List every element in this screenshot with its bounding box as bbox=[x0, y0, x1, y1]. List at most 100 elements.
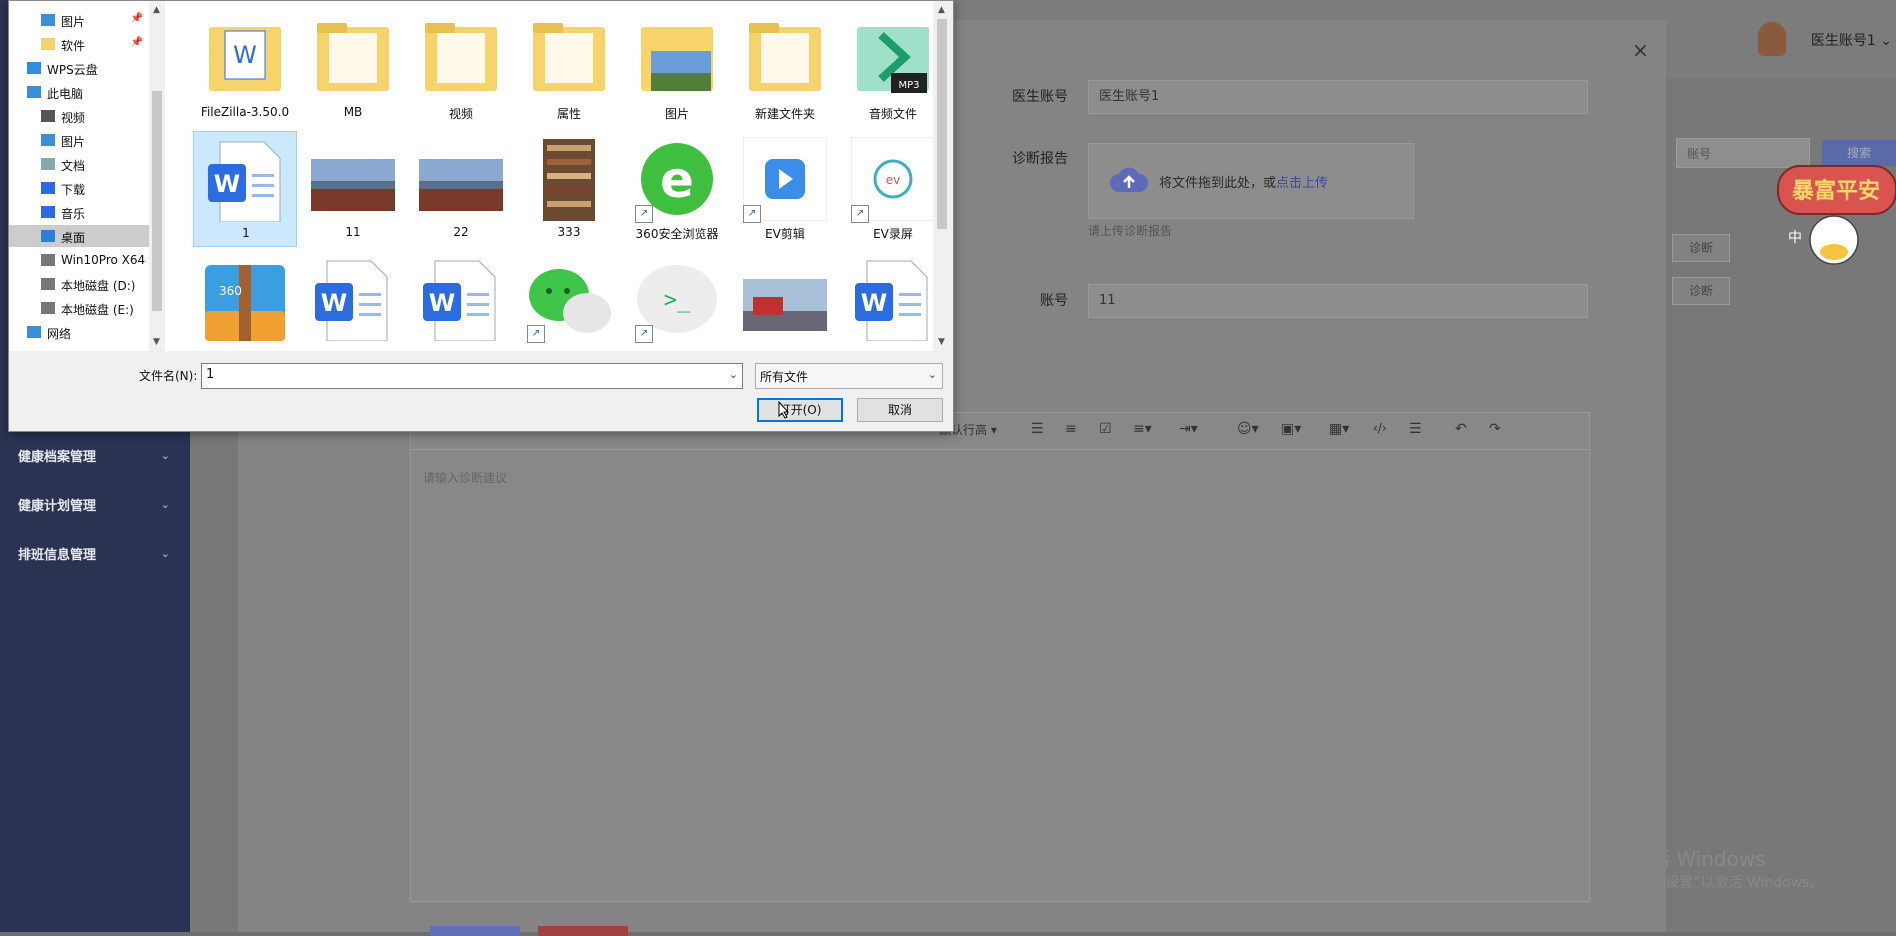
image-icon[interactable]: ▣▾ bbox=[1281, 421, 1301, 437]
file-item[interactable]: 333 bbox=[517, 131, 621, 247]
nav-item[interactable]: Win10Pro X64 bbox=[9, 249, 149, 271]
align-icon[interactable]: ≡▾ bbox=[1133, 421, 1152, 437]
todo-icon[interactable]: ☑ bbox=[1099, 421, 1112, 437]
files-scroll-thumb[interactable] bbox=[937, 19, 947, 229]
photo-books-icon bbox=[527, 137, 611, 221]
file-item[interactable]: W bbox=[841, 251, 933, 351]
scroll-up-icon[interactable]: ▲ bbox=[938, 5, 945, 15]
file-item[interactable]: W FileZilla-3.50.0 bbox=[193, 11, 297, 127]
nav-item[interactable]: 音乐 bbox=[9, 201, 149, 223]
indent-icon[interactable]: ⇥▾ bbox=[1179, 421, 1198, 437]
file-item[interactable]: 22 bbox=[409, 131, 513, 247]
file-item[interactable]: 360 bbox=[193, 251, 297, 351]
nav-item[interactable]: 文档 bbox=[9, 153, 149, 175]
scroll-up-icon[interactable]: ▲ bbox=[153, 5, 160, 15]
nav-item-label: 音乐 bbox=[61, 207, 86, 221]
upload-link[interactable]: 点击上传 bbox=[1276, 176, 1328, 191]
file-item[interactable]: 新建文件夹 bbox=[733, 11, 837, 127]
file-item[interactable]: ev ↗ EV录屏 bbox=[841, 131, 933, 247]
svg-text:W: W bbox=[429, 289, 455, 317]
nav-item[interactable]: 图片 📌 bbox=[9, 9, 149, 31]
nav-item[interactable]: 本地磁盘 (D:) bbox=[9, 273, 149, 295]
folder-image-icon bbox=[635, 17, 719, 101]
drive-icon bbox=[41, 254, 55, 266]
account-field[interactable]: 11 bbox=[1088, 284, 1588, 318]
cancel-button[interactable]: 取消 bbox=[857, 398, 943, 422]
diagnose-button[interactable]: 诊断 bbox=[1672, 277, 1730, 305]
cancel-form-button[interactable] bbox=[538, 926, 628, 936]
scroll-down-icon[interactable]: ▼ bbox=[938, 337, 945, 347]
file-item[interactable]: 图片 bbox=[625, 11, 729, 127]
sidebar-item-schedule[interactable]: 排班信息管理 bbox=[18, 544, 96, 563]
file-item[interactable]: W bbox=[409, 251, 513, 351]
file-item[interactable]: e ↗ 360安全浏览器 bbox=[625, 131, 729, 247]
file-item[interactable]: MP3 音频文件 bbox=[841, 11, 933, 127]
redo-icon[interactable]: ↷ bbox=[1489, 421, 1501, 437]
file-item[interactable]: 11 bbox=[301, 131, 405, 247]
file-item[interactable]: W bbox=[301, 251, 405, 351]
cloud-upload-icon bbox=[1109, 166, 1149, 200]
file-item[interactable]: MB bbox=[301, 11, 405, 127]
sidebar-item-health-plans[interactable]: 健康计划管理 bbox=[18, 495, 96, 514]
nav-scrollbar[interactable]: ▲ ▼ bbox=[149, 1, 165, 351]
bullet-list-icon[interactable]: ☰ bbox=[1031, 421, 1044, 437]
folder-icon bbox=[41, 38, 55, 50]
code-icon[interactable]: ‹/› bbox=[1373, 421, 1387, 435]
diagnose-button[interactable]: 诊断 bbox=[1672, 234, 1730, 262]
submit-button[interactable] bbox=[430, 926, 520, 936]
shortcut-arrow-icon: ↗ bbox=[635, 325, 653, 343]
svg-text:W: W bbox=[861, 289, 887, 317]
user-menu[interactable]: 医生账号1 ⌄ bbox=[1811, 30, 1892, 50]
nav-item[interactable]: 此电脑 bbox=[9, 81, 149, 103]
nav-item[interactable]: WPS云盘 bbox=[9, 57, 149, 79]
files-scrollbar[interactable]: ▲ ▼ bbox=[933, 1, 951, 351]
svg-text:>_: >_ bbox=[664, 288, 691, 313]
music-icon bbox=[41, 206, 55, 218]
file-name: EV录屏 bbox=[873, 227, 913, 241]
sidebar-item-health-records[interactable]: 健康档案管理 bbox=[18, 446, 96, 465]
file-type-select[interactable]: 所有文件 ⌄ bbox=[755, 363, 943, 389]
scroll-down-icon[interactable]: ▼ bbox=[153, 337, 160, 347]
file-name: EV剪辑 bbox=[765, 227, 805, 241]
nav-item[interactable]: 图片 bbox=[9, 129, 149, 151]
file-item[interactable]: >_ ↗ bbox=[625, 251, 729, 351]
editor-placeholder[interactable]: 请输入诊断建议 bbox=[423, 469, 507, 486]
nav-item-label: 图片 bbox=[61, 15, 86, 29]
table-icon[interactable]: ▦▾ bbox=[1329, 421, 1349, 437]
emoji-icon[interactable]: ☺▾ bbox=[1237, 421, 1259, 437]
nav-scroll-thumb[interactable] bbox=[152, 91, 162, 311]
nav-item[interactable]: 下载 bbox=[9, 177, 149, 199]
nav-item[interactable]: 本地磁盘 (E:) bbox=[9, 297, 149, 319]
divider-icon[interactable]: ☰ bbox=[1409, 421, 1422, 437]
photo-icon bbox=[311, 137, 395, 221]
doctor-account-field[interactable]: 医生账号1 bbox=[1088, 80, 1588, 114]
nav-item[interactable]: 视频 bbox=[9, 105, 149, 127]
avatar[interactable] bbox=[1758, 22, 1786, 56]
undo-icon[interactable]: ↶ bbox=[1455, 421, 1467, 437]
nav-item[interactable]: 网络 bbox=[9, 321, 149, 343]
navigation-pane: 图片 📌 软件 📌 WPS云盘 此电脑 视频 图片 文档 下载 音乐 桌面 Win10Pro X64 本地… bbox=[9, 1, 149, 351]
doctor-account-value: 医生账号1 bbox=[1099, 89, 1160, 104]
nav-item[interactable]: 桌面 bbox=[9, 225, 149, 247]
file-item[interactable]: ↗ EV剪辑 bbox=[733, 131, 837, 247]
file-item[interactable]: W1 bbox=[193, 131, 297, 247]
file-name: 22 bbox=[453, 225, 469, 239]
svg-text:e: e bbox=[660, 151, 694, 209]
upload-dropzone[interactable]: 将文件拖到此处，或点击上传 bbox=[1088, 143, 1414, 219]
open-button[interactable]: 打开(O) bbox=[757, 398, 843, 422]
folder-audio-icon: MP3 bbox=[851, 17, 933, 101]
file-name: 360安全浏览器 bbox=[635, 227, 719, 241]
network-icon bbox=[27, 326, 41, 338]
file-item[interactable] bbox=[733, 251, 837, 351]
nav-item[interactable]: 软件 📌 bbox=[9, 33, 149, 55]
numbered-list-icon[interactable]: ≡ bbox=[1065, 421, 1077, 437]
nav-item-label: 网络 bbox=[47, 327, 72, 341]
file-item[interactable]: 视频 bbox=[409, 11, 513, 127]
close-icon[interactable]: × bbox=[1632, 38, 1649, 62]
file-item[interactable]: 属性 bbox=[517, 11, 621, 127]
file-item[interactable]: ↗ bbox=[517, 251, 621, 351]
filename-input[interactable]: 1 ⌄ bbox=[201, 363, 743, 389]
chevron-down-icon: ⌄ bbox=[160, 449, 170, 462]
account-value: 11 bbox=[1099, 293, 1116, 308]
chevron-down-icon[interactable]: ⌄ bbox=[729, 368, 738, 381]
